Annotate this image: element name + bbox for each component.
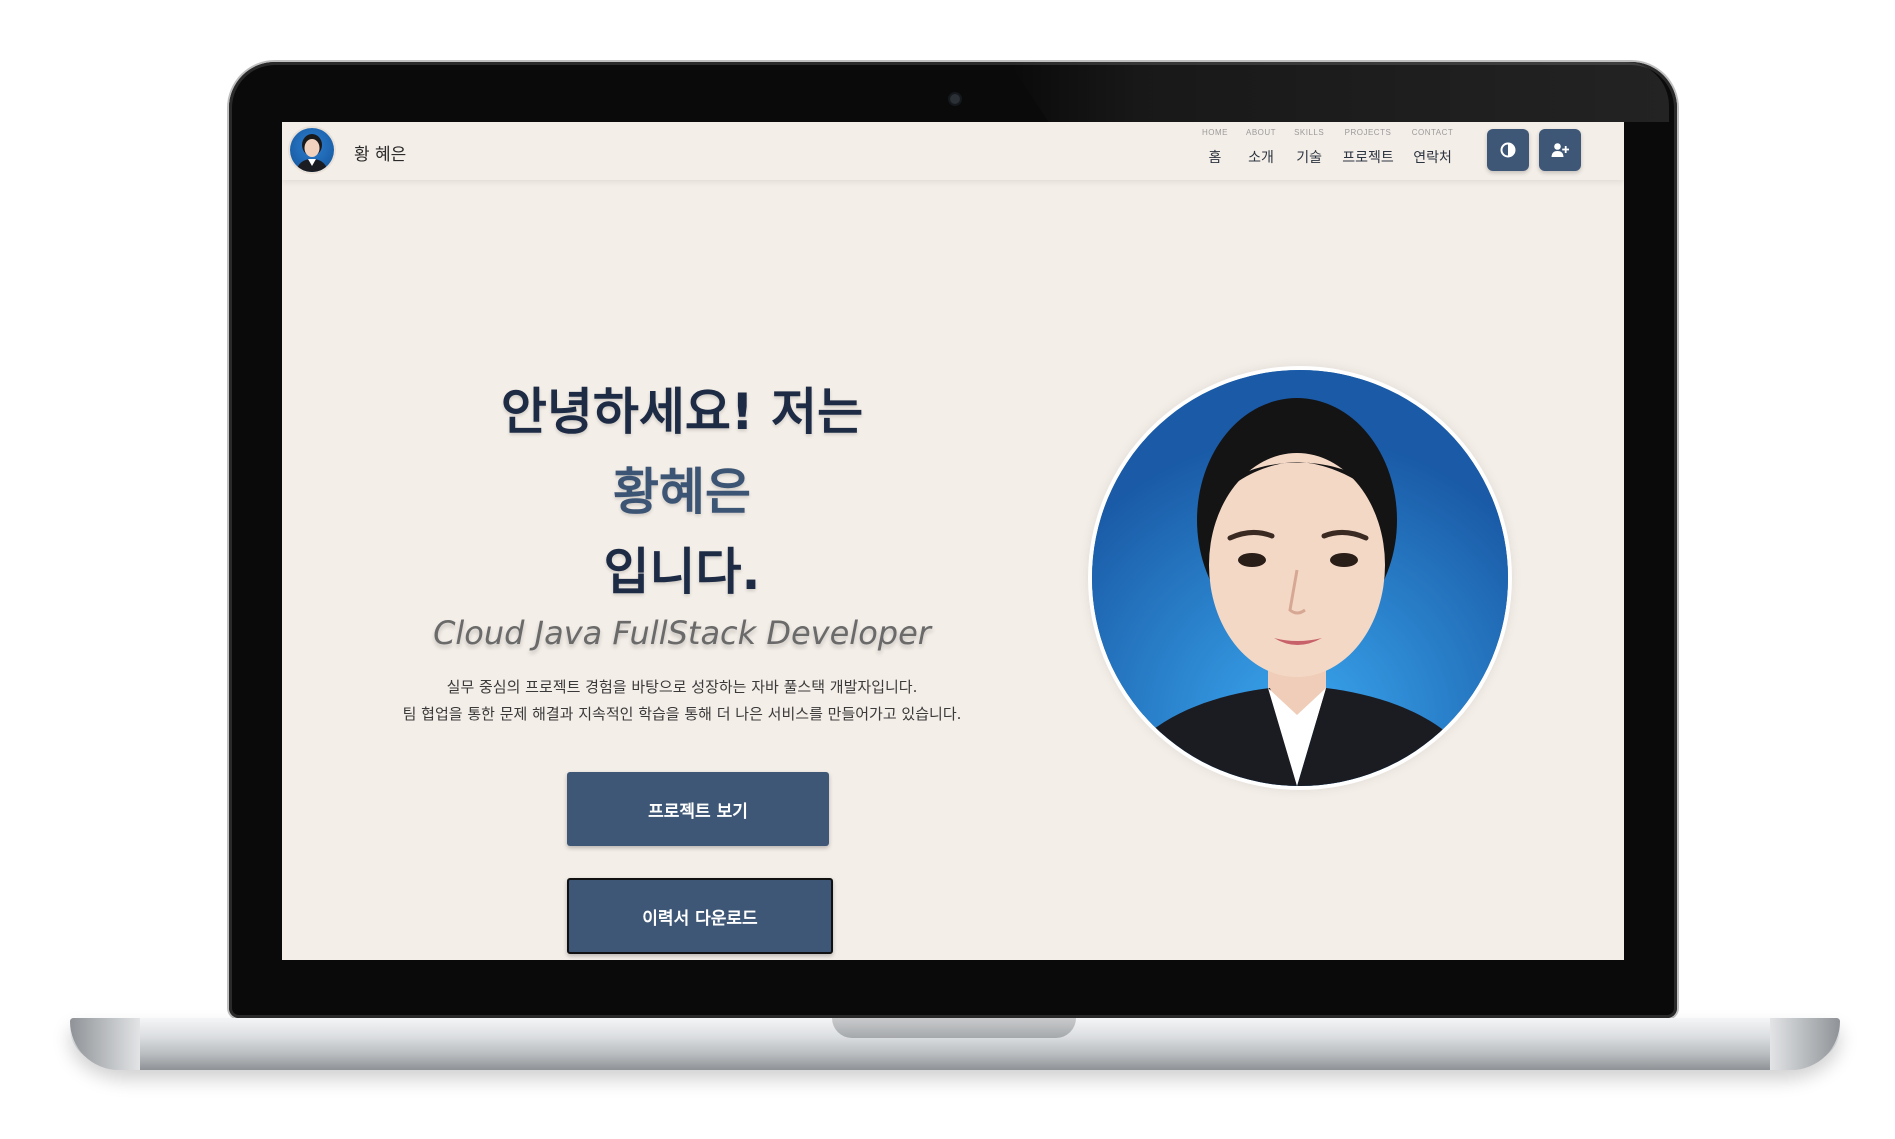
brand-name[interactable]: 황 혜은 — [354, 140, 406, 165]
theme-toggle-button[interactable] — [1487, 129, 1529, 171]
download-resume-button[interactable]: 이력서 다운로드 — [567, 878, 833, 954]
nav-item-about[interactable]: ABOUT 소개 — [1246, 126, 1276, 167]
nav-label: 연락처 — [1413, 150, 1452, 166]
nav-sub-label: PROJECTS — [1344, 128, 1392, 137]
nav-label: 프로젝트 — [1342, 150, 1394, 166]
base-edge-left — [70, 1018, 140, 1070]
add-contact-button[interactable] — [1539, 129, 1581, 171]
hero-description: 실무 중심의 프로젝트 경험을 바탕으로 성장하는 자바 풀스택 개발자입니다.… — [372, 674, 992, 728]
hero-ending: 입니다. — [603, 543, 761, 601]
nav-item-skills[interactable]: SKILLS 기술 — [1294, 126, 1324, 167]
browser-screen: 황 혜은 HOME 홈 ABOUT 소개 SKILLS 기술 PROJECTS … — [282, 122, 1624, 960]
profile-portrait — [1092, 370, 1508, 786]
hero-greeting: 안녕하세요! 저는 — [500, 383, 864, 441]
nav-sub-label: SKILLS — [1294, 128, 1325, 137]
nav-sub-label: CONTACT — [1411, 128, 1454, 137]
lid-sheen — [1009, 62, 1669, 122]
nav-sub-label: HOME — [1202, 128, 1228, 137]
webcam — [950, 94, 960, 104]
nav-label: 소개 — [1248, 150, 1274, 166]
hero-section: 안녕하세요! 저는 황혜은 입니다. Cloud Java FullStack … — [372, 372, 992, 728]
hero-description-line-2: 팀 협업을 통한 문제 해결과 지속적인 학습을 통해 더 나은 서비스를 만들… — [402, 705, 962, 723]
nav-sub-label: ABOUT — [1246, 128, 1277, 137]
nav-item-home[interactable]: HOME 홈 — [1202, 126, 1228, 167]
hero-name: 황혜은 — [613, 463, 751, 521]
base-edge-right — [1770, 1018, 1840, 1070]
view-projects-button[interactable]: 프로젝트 보기 — [567, 772, 829, 846]
hero-description-line-1: 실무 중심의 프로젝트 경험을 바탕으로 성장하는 자바 풀스택 개발자입니다. — [446, 678, 918, 696]
user-plus-icon — [1551, 143, 1569, 157]
nav-item-contact[interactable]: CONTACT 연락처 — [1412, 126, 1454, 167]
hero-subtitle: Cloud Java FullStack Developer — [433, 614, 931, 652]
profile-photo-illustration — [1092, 370, 1508, 786]
nav-item-projects[interactable]: PROJECTS 프로젝트 — [1342, 126, 1394, 167]
nav-links: HOME 홈 ABOUT 소개 SKILLS 기술 PROJECTS 프로젝트 … — [1202, 126, 1471, 167]
avatar-portrait-icon — [296, 134, 328, 172]
laptop-hinge-notch — [832, 1018, 1076, 1038]
contrast-icon — [1500, 142, 1516, 158]
navbar: 황 혜은 HOME 홈 ABOUT 소개 SKILLS 기술 PROJECTS … — [282, 122, 1624, 180]
nav-label: 기술 — [1296, 150, 1323, 166]
nav-label: 홈 — [1208, 150, 1222, 166]
avatar[interactable] — [290, 128, 334, 172]
